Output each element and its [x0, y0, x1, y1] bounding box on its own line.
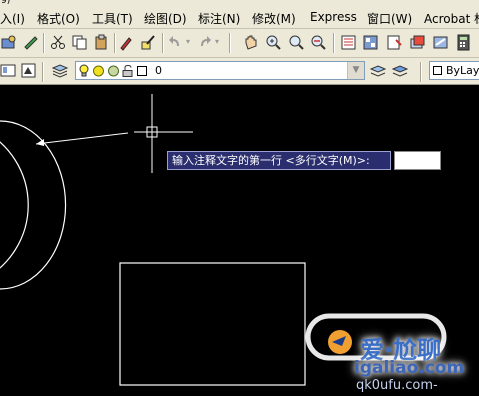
toolbar-separator [114, 33, 116, 53]
redo-dropdown-icon[interactable]: ▾ [215, 37, 219, 46]
toolbar-separator [333, 33, 335, 53]
lightbulb-on-icon[interactable] [78, 64, 90, 78]
undo-dropdown-icon[interactable]: ▾ [186, 37, 190, 46]
layer-combo-arrow-icon[interactable]: ▼ [347, 62, 364, 79]
color-combo[interactable]: ByLay [429, 61, 479, 80]
menu-insert[interactable]: 入(I) [0, 10, 25, 27]
menu-modify[interactable]: 修改(M) [252, 10, 296, 27]
toolbar-separator [229, 33, 231, 53]
layer-previous-icon[interactable] [392, 62, 409, 79]
unlocked-icon[interactable] [122, 64, 135, 78]
title-bar: 9) [0, 0, 479, 8]
toolbar-separator [162, 33, 164, 53]
dynamic-input-field[interactable] [394, 151, 441, 170]
make-object-layer-current-icon[interactable] [370, 62, 387, 79]
menu-dimension[interactable]: 标注(N) [198, 10, 240, 27]
block-editor-icon[interactable] [140, 34, 157, 51]
undo-icon[interactable] [167, 34, 184, 51]
sheet-set-manager-icon[interactable] [409, 34, 426, 51]
quickcalc-icon[interactable] [455, 34, 472, 51]
current-layer-name: 0 [155, 64, 162, 77]
match-properties-icon[interactable] [118, 34, 135, 51]
drawn-rectangle [119, 262, 306, 386]
pan-realtime-icon[interactable] [242, 34, 259, 51]
design-center-icon[interactable] [362, 34, 379, 51]
menu-bar: 入(I) 格式(O) 工具(T) 绘图(D) 标注(N) 修改(M) Expre… [0, 8, 479, 29]
zoom-window-icon[interactable] [288, 34, 305, 51]
menu-acrobat[interactable]: Acrobat 标 [424, 10, 479, 27]
menu-window[interactable]: 窗口(W) [367, 10, 412, 27]
menu-express[interactable]: Express [310, 10, 357, 24]
redo-icon[interactable] [196, 34, 213, 51]
workspace-icon[interactable] [0, 62, 17, 79]
zoom-realtime-icon[interactable] [265, 34, 282, 51]
bylayer-color-swatch [433, 66, 442, 75]
publish-icon[interactable] [22, 34, 39, 51]
watermark-url: igaliao.com [354, 358, 465, 378]
sun-thawed-icon[interactable] [92, 64, 105, 78]
tool-palettes-icon[interactable] [386, 34, 403, 51]
leader-line [35, 132, 129, 145]
watermark-footer: qk0ufu.com- [356, 378, 438, 393]
toolbar-separator [42, 62, 44, 82]
layer-manager-icon[interactable] [52, 62, 69, 79]
toolbar-separator [43, 33, 45, 53]
standard-toolbar: ▾ ▾ [0, 29, 479, 58]
layer-combo[interactable]: 0 ▼ [75, 61, 365, 80]
markup-set-manager-icon[interactable] [432, 34, 449, 51]
toolbar-separator [420, 62, 422, 82]
cut-icon[interactable] [50, 34, 67, 51]
circle-arc [0, 141, 29, 269]
drawn-circle [0, 120, 67, 290]
zoom-previous-icon[interactable] [310, 34, 327, 51]
plot-preview-icon[interactable] [0, 34, 17, 51]
layers-toolbar: 0 ▼ ByLay [0, 58, 479, 85]
title-fragment: 9) [1, 0, 11, 6]
copy-icon[interactable] [71, 34, 88, 51]
leader-arrowhead [36, 139, 44, 146]
paste-icon[interactable] [93, 34, 110, 51]
watermark-logo: 爱·尬聊 igaliao.com qk0ufu.com- [302, 300, 479, 396]
layer-color-swatch[interactable] [137, 66, 147, 76]
bylayer-text: ByLay [446, 64, 479, 77]
properties-icon[interactable] [340, 34, 357, 51]
viewport-thawed-icon[interactable] [107, 64, 120, 78]
menu-format[interactable]: 格式(O) [37, 10, 80, 27]
dynamic-input-prompt: 输入注释文字的第一行 <多行文字(M)>: [167, 151, 391, 170]
layer-properties-icon[interactable] [20, 62, 37, 79]
menu-tools[interactable]: 工具(T) [92, 10, 133, 27]
menu-draw[interactable]: 绘图(D) [144, 10, 187, 27]
